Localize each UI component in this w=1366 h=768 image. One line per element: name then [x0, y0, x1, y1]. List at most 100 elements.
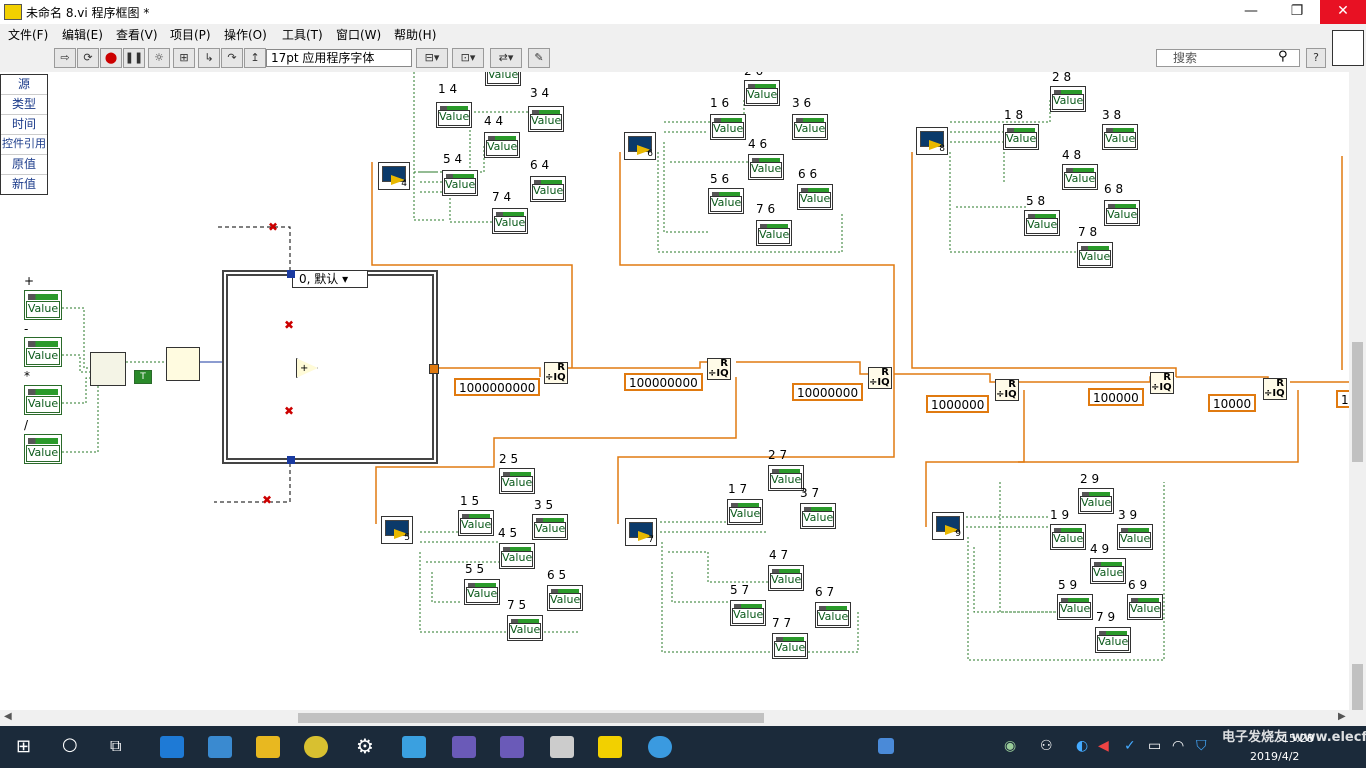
app-icon[interactable] — [304, 736, 328, 758]
explorer-icon[interactable] — [256, 736, 280, 758]
indicator[interactable]: Value — [547, 585, 583, 611]
app-icon[interactable] — [550, 736, 574, 758]
step-over-icon[interactable]: ↷ — [221, 48, 243, 68]
search-circle-icon[interactable]: ○ — [62, 734, 78, 755]
retain-wire-icon[interactable]: ⊞ — [173, 48, 195, 68]
case-structure[interactable] — [222, 270, 438, 464]
constant-1e7[interactable]: 10000000 — [792, 383, 864, 401]
edge-icon[interactable] — [160, 736, 184, 758]
constant-1e4[interactable]: 10000 — [1208, 394, 1257, 412]
true-constant[interactable]: T — [134, 370, 152, 384]
indicator[interactable]: Value — [464, 579, 500, 605]
scroll-left-icon[interactable]: ◀ — [4, 711, 12, 722]
windows-start-icon[interactable]: ⊞ — [16, 736, 31, 757]
menu-operate[interactable]: 操作(O) — [224, 26, 267, 43]
indicator[interactable]: Value — [1050, 86, 1086, 112]
constant-1e8[interactable]: 100000000 — [624, 373, 703, 391]
indicator[interactable]: Value — [1090, 558, 1126, 584]
legend-type[interactable]: 类型 — [1, 95, 47, 115]
indicator[interactable]: Value — [442, 170, 478, 196]
indicator[interactable]: Value — [1077, 242, 1113, 268]
run-continuous-icon[interactable]: ⟳ — [77, 48, 99, 68]
indicator[interactable]: Value — [708, 188, 744, 214]
step-out-icon[interactable]: ↥ — [244, 48, 266, 68]
font-dropdown[interactable]: 17pt 应用程序字体 — [266, 49, 412, 67]
vertical-scrollbar[interactable] — [1349, 72, 1366, 726]
tray-icon[interactable]: ✓ — [1124, 738, 1136, 754]
quotient-remainder-node[interactable]: R ÷IQ — [1263, 378, 1287, 400]
labview-taskbar-icon[interactable] — [598, 736, 622, 758]
close-button[interactable]: ✕ — [1320, 0, 1366, 24]
indicator[interactable]: Value — [1104, 200, 1140, 226]
app-icon[interactable] — [452, 736, 476, 758]
people-icon[interactable]: ⚇ — [1040, 738, 1053, 754]
indicator[interactable]: Value — [792, 114, 828, 140]
indicator[interactable]: Value — [1127, 594, 1163, 620]
quotient-remainder-node[interactable]: R ÷IQ — [1150, 372, 1174, 394]
indicator[interactable]: Value — [710, 114, 746, 140]
indicator[interactable]: Value — [484, 132, 520, 158]
menu-help[interactable]: 帮助(H) — [394, 26, 436, 43]
indicator[interactable]: Value — [1095, 627, 1131, 653]
menu-view[interactable]: 查看(V) — [116, 26, 158, 43]
battery-icon[interactable]: ▭ — [1148, 738, 1161, 754]
indicator[interactable]: Value — [768, 465, 804, 491]
control-plus[interactable]: Value — [24, 290, 62, 320]
constant-1e5[interactable]: 100000 — [1088, 388, 1144, 406]
legend-source[interactable]: 源 — [1, 75, 47, 95]
block-diagram[interactable]: 源 类型 时间 控件引用 原值 新值 + Value - Value * Val… — [0, 72, 1349, 710]
express-vi-7[interactable]: 7 — [625, 518, 657, 546]
step-into-icon[interactable]: ↳ — [198, 48, 220, 68]
align-icon[interactable]: ⊟▾ — [416, 48, 448, 68]
indicator[interactable]: Value — [1117, 524, 1153, 550]
case-selector[interactable]: 0, 默认 ▾ — [292, 270, 368, 288]
search-icon[interactable]: ⚲ — [1278, 49, 1288, 64]
help-button[interactable]: ? — [1306, 48, 1326, 68]
quotient-remainder-node[interactable]: R ÷IQ — [995, 379, 1019, 401]
indicator[interactable]: Value — [1050, 524, 1086, 550]
quotient-remainder-node[interactable]: R ÷IQ — [707, 358, 731, 380]
indicator[interactable]: Value — [797, 184, 833, 210]
menu-edit[interactable]: 编辑(E) — [62, 26, 103, 43]
legend-newval[interactable]: 新值 — [1, 175, 47, 194]
vertical-scroll-thumb[interactable] — [1352, 342, 1363, 462]
app-icon[interactable] — [500, 736, 524, 758]
indicator[interactable]: Value — [530, 176, 566, 202]
indicator[interactable]: Value — [730, 600, 766, 626]
control-multiply[interactable]: Value — [24, 385, 62, 415]
reorder-icon[interactable]: ⇄▾ — [490, 48, 522, 68]
indicator[interactable]: Value — [744, 80, 780, 106]
menu-project[interactable]: 项目(P) — [170, 26, 211, 43]
indicator[interactable]: Value — [772, 633, 808, 659]
legend-oldval[interactable]: 原值 — [1, 155, 47, 175]
indicator[interactable]: Value — [748, 154, 784, 180]
vi-icon[interactable] — [1332, 30, 1364, 66]
indicator[interactable]: Value — [532, 514, 568, 540]
indicator[interactable]: Value — [458, 510, 494, 536]
indicator[interactable]: Value — [1062, 164, 1098, 190]
store-icon[interactable] — [208, 736, 232, 758]
run-arrow-icon[interactable]: ⇨ — [54, 48, 76, 68]
cleanup-icon[interactable]: ✎ — [528, 48, 550, 68]
shield-icon[interactable]: ⛉ — [1196, 738, 1207, 754]
indicator[interactable]: Value — [1078, 488, 1114, 514]
constant-partial[interactable]: 1( — [1336, 390, 1349, 408]
highlight-bulb-icon[interactable]: ☼ — [148, 48, 170, 68]
horizontal-scroll-thumb[interactable] — [298, 713, 764, 723]
tray-icon[interactable]: ◉ — [1004, 738, 1016, 754]
legend-ctlref[interactable]: 控件引用 — [1, 135, 47, 155]
scroll-right-icon[interactable]: ▶ — [1338, 711, 1346, 722]
volume-icon[interactable]: ◀ — [1098, 738, 1109, 754]
indicator[interactable]: Value — [1102, 124, 1138, 150]
abort-icon[interactable]: ⬤ — [100, 48, 122, 68]
indicator[interactable]: Value — [1057, 594, 1093, 620]
indicator[interactable]: Value — [815, 602, 851, 628]
tray-icon[interactable] — [878, 738, 894, 754]
express-vi-8[interactable]: 8 — [916, 127, 948, 155]
app-icon[interactable] — [402, 736, 426, 758]
indicator[interactable]: Value — [756, 220, 792, 246]
legend-time[interactable]: 时间 — [1, 115, 47, 135]
express-vi-5[interactable]: 5 — [381, 516, 413, 544]
indicator[interactable]: Value — [507, 615, 543, 641]
menu-file[interactable]: 文件(F) — [8, 26, 48, 43]
